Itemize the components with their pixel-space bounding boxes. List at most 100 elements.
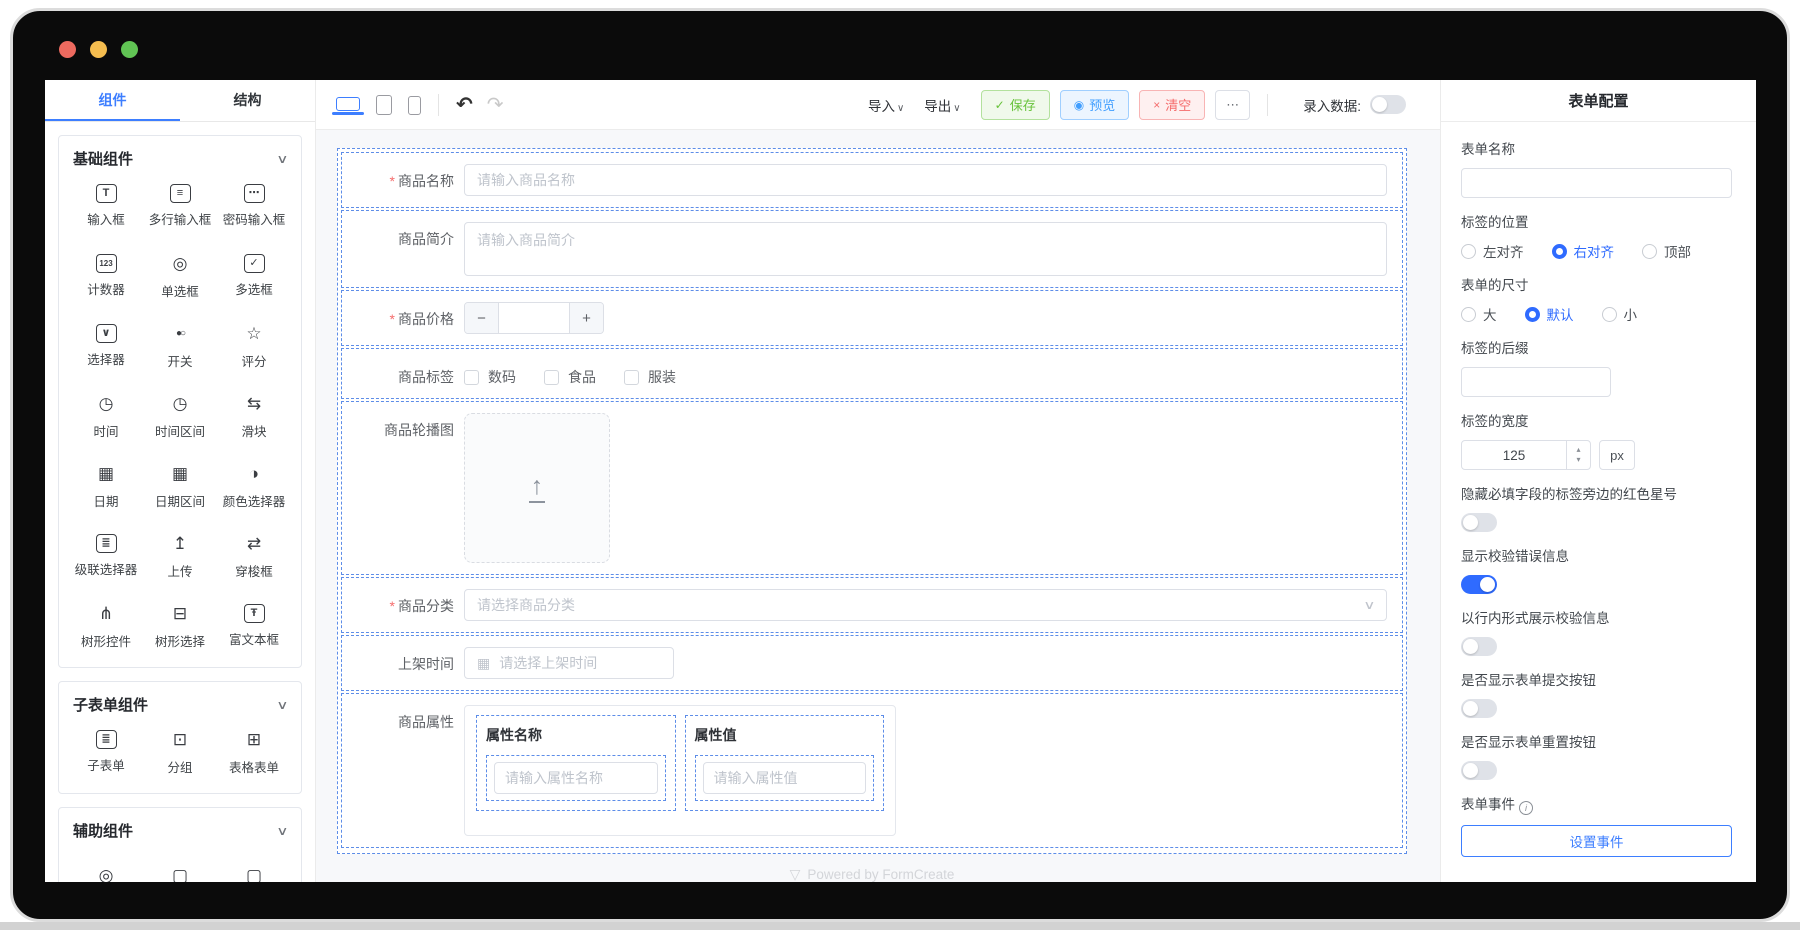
- checkbox-option-数码[interactable]: 数码: [464, 367, 516, 387]
- form-row-product-category[interactable]: * 商品分类 请选择商品分类 ∨: [341, 577, 1403, 633]
- component-item-group[interactable]: ⊡ 分组: [143, 717, 217, 787]
- form-size-option-小[interactable]: 小: [1601, 304, 1637, 324]
- component-item-date-range[interactable]: ▦ 日期区间: [143, 451, 217, 521]
- component-item-tree-select[interactable]: ⊟ 树形选择: [143, 591, 217, 661]
- component-item-rate[interactable]: ☆ 评分: [217, 311, 291, 381]
- checkbox-option-服装[interactable]: 服装: [624, 367, 676, 387]
- show-submit-button-toggle[interactable]: [1461, 699, 1497, 718]
- form-name-label: 表单名称: [1461, 142, 1515, 157]
- label-width-input[interactable]: 125 ▴ ▾: [1461, 440, 1591, 470]
- increase-button[interactable]: +: [569, 303, 603, 333]
- checkbox-label: 数码: [488, 369, 516, 385]
- field-label-launch-time: 上架时间: [342, 647, 454, 679]
- radio-label: 右对齐: [1573, 245, 1615, 260]
- toolbar-divider: [1267, 93, 1269, 116]
- label-suffix-input[interactable]: [1461, 367, 1611, 397]
- minimize-window-button[interactable]: [90, 41, 107, 58]
- form-row-product-carousel[interactable]: 商品轮播图 ↑: [341, 401, 1403, 575]
- component-item-checkbox[interactable]: ✓ 多选框: [217, 241, 291, 311]
- component-item-radio[interactable]: ◎ 单选框: [143, 241, 217, 311]
- form-row-launch-time[interactable]: 上架时间 ▦ 请选择上架时间: [341, 635, 1403, 691]
- component-item-tree[interactable]: ⋔ 树形控件: [69, 591, 143, 661]
- close-window-button[interactable]: [59, 41, 76, 58]
- component-group-basic: 基础组件 ∨ T 输入框 ≡ 多行输入框 ⋯ 密码输入框 123 计数器 ◎ 单选框 ✓ 多选框 ∨ 选择器 ●…: [58, 135, 302, 668]
- subform-field-attr-value[interactable]: 请输入属性值: [694, 755, 874, 801]
- set-event-button[interactable]: 设置事件: [1461, 825, 1732, 857]
- decrease-button[interactable]: −: [465, 303, 499, 333]
- component-item-counter[interactable]: 123 计数器: [69, 241, 143, 311]
- radio-icon: ◎: [172, 254, 188, 273]
- component-item-time[interactable]: ◷ 时间: [69, 381, 143, 451]
- component-item-sub-form[interactable]: ≣ 子表单: [69, 717, 143, 787]
- product-carousel-upload-dropzone[interactable]: ↑: [464, 413, 610, 563]
- component-item-input[interactable]: T 输入框: [69, 171, 143, 241]
- form-row-product-attrs[interactable]: 商品属性 属性名称 请输入属性名称 属性值 请输入属性值: [341, 693, 1403, 848]
- form-row-product-price[interactable]: * 商品价格 − +: [341, 290, 1403, 346]
- hide-required-star-toggle[interactable]: [1461, 513, 1497, 532]
- subform-column-attr-name[interactable]: 属性名称 请输入属性名称: [476, 715, 676, 811]
- record-data-toggle[interactable]: [1370, 95, 1406, 114]
- form-row-product-name[interactable]: * 商品名称 请输入商品名称: [341, 152, 1403, 208]
- label-position-option-左对齐[interactable]: 左对齐: [1461, 241, 1524, 261]
- form-size-option-默认[interactable]: 默认: [1524, 304, 1574, 324]
- component-item-cascader[interactable]: ≣ 级联选择器: [69, 521, 143, 591]
- component-item-slider[interactable]: ⇆ 滑块: [217, 381, 291, 451]
- tab-components[interactable]: 组件: [45, 80, 180, 121]
- product-category-select[interactable]: 请选择商品分类 ∨: [464, 589, 1387, 621]
- component-item-table-form[interactable]: ⊞ 表格表单: [217, 717, 291, 787]
- redo-button[interactable]: ↷: [487, 92, 504, 117]
- checkbox-option-食品[interactable]: 食品: [544, 367, 596, 387]
- placeholder-text: 请输入属性名称: [505, 770, 603, 786]
- component-item-transfer[interactable]: ⇄ 穿梭框: [217, 521, 291, 591]
- subform-column-attr-value[interactable]: 属性值 请输入属性值: [684, 715, 884, 811]
- attr-value-input[interactable]: 请输入属性值: [702, 762, 866, 794]
- component-item-upload[interactable]: ↥ 上传: [143, 521, 217, 591]
- component-item-select[interactable]: ∨ 选择器: [69, 311, 143, 381]
- stepper-arrows[interactable]: ▴ ▾: [1566, 441, 1590, 469]
- product-intro-textarea[interactable]: 请输入商品简介: [464, 222, 1387, 276]
- label-position-option-右对齐[interactable]: 右对齐: [1551, 241, 1615, 261]
- mobile-view-button[interactable]: [408, 95, 421, 115]
- export-dropdown[interactable]: 导出 ∨: [924, 95, 960, 115]
- more-actions-button[interactable]: ⋯: [1215, 89, 1251, 120]
- component-item-aux-3[interactable]: ▢: [217, 843, 291, 883]
- component-item-time-range[interactable]: ◷ 时间区间: [143, 381, 217, 451]
- tab-structure[interactable]: 结构: [180, 80, 315, 121]
- clear-button[interactable]: × 清空: [1139, 89, 1206, 120]
- product-price-stepper[interactable]: − +: [464, 302, 604, 334]
- component-item-textarea[interactable]: ≡ 多行输入框: [143, 171, 217, 241]
- preview-button[interactable]: ◉ 预览: [1059, 89, 1130, 120]
- date-icon: ▦: [97, 464, 115, 483]
- form-row-product-tags[interactable]: 商品标签 数码 食品 服装: [341, 348, 1403, 399]
- group-header-subform[interactable]: 子表单组件 ∨: [69, 694, 291, 717]
- launch-time-date-picker[interactable]: ▦ 请选择上架时间: [464, 647, 674, 679]
- product-name-input[interactable]: 请输入商品名称: [464, 164, 1387, 196]
- form-container[interactable]: * 商品名称 请输入商品名称 商品简介 请输入商品简介 * 商品价格 − + 商品标签 数码 食品 服装…: [337, 148, 1407, 854]
- form-size-option-大[interactable]: 大: [1461, 304, 1497, 324]
- tablet-view-button[interactable]: [376, 94, 392, 115]
- component-item-password[interactable]: ⋯ 密码输入框: [217, 171, 291, 241]
- show-reset-button-toggle[interactable]: [1461, 761, 1497, 780]
- field-control-product-name: 请输入商品名称: [464, 164, 1387, 196]
- save-button[interactable]: ✓ 保存: [980, 89, 1050, 120]
- slider-icon: ⇆: [246, 394, 262, 413]
- component-item-color-picker[interactable]: ◑ 颜色选择器: [217, 451, 291, 521]
- maximize-window-button[interactable]: [121, 41, 138, 58]
- group-header-basic[interactable]: 基础组件 ∨: [69, 148, 291, 171]
- inline-validation-toggle[interactable]: [1461, 637, 1497, 656]
- desktop-view-button[interactable]: [332, 96, 364, 115]
- component-item-aux-2[interactable]: ▢: [143, 843, 217, 883]
- subform-field-attr-name[interactable]: 请输入属性名称: [486, 755, 666, 801]
- show-validation-error-toggle[interactable]: [1461, 575, 1497, 594]
- component-item-switch[interactable]: ●○ 开关: [143, 311, 217, 381]
- component-item-aux-1[interactable]: ◎: [69, 843, 143, 883]
- undo-button[interactable]: ↶: [456, 92, 473, 117]
- form-name-input[interactable]: [1461, 168, 1732, 198]
- import-dropdown[interactable]: 导入 ∨: [868, 95, 904, 115]
- component-item-rich-text[interactable]: Ŧ 富文本框: [217, 591, 291, 661]
- form-row-product-intro[interactable]: 商品简介 请输入商品简介: [341, 210, 1403, 288]
- attr-name-input[interactable]: 请输入属性名称: [494, 762, 658, 794]
- component-item-date[interactable]: ▦ 日期: [69, 451, 143, 521]
- group-header-auxiliary[interactable]: 辅助组件 ∨: [69, 820, 291, 843]
- label-position-option-顶部[interactable]: 顶部: [1642, 241, 1691, 261]
